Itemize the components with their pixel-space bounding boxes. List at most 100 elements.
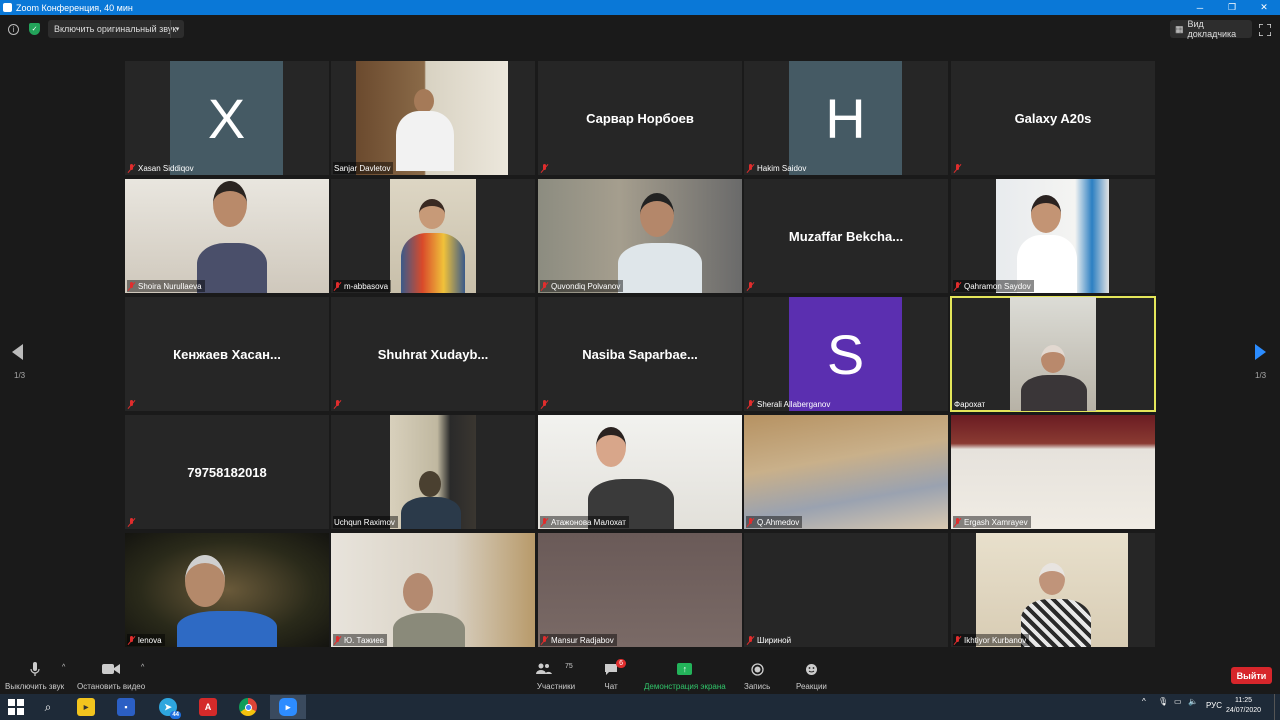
record-button[interactable]: Запись	[744, 661, 770, 691]
mic-muted-icon	[954, 163, 961, 173]
chevron-left-icon	[12, 344, 23, 360]
participant-tile[interactable]: Uchqun Raximov	[331, 415, 535, 529]
participant-tile[interactable]: Сарвар Норбоев	[538, 61, 742, 175]
show-desktop-button[interactable]	[1274, 694, 1280, 720]
participant-label: Ergash Xamrayev	[953, 516, 1031, 528]
avatar: X	[170, 61, 283, 175]
info-icon[interactable]: i	[8, 24, 19, 35]
video-camera-icon	[102, 661, 121, 677]
mic-muted-icon	[334, 399, 341, 409]
participant-label: Ikhtiyor Kurbanov	[953, 634, 1030, 646]
participant-name: Ergash Xamrayev	[964, 517, 1028, 527]
participant-tile[interactable]: Q.Ahmedov	[744, 415, 948, 529]
participant-display-name: Shuhrat Xudayb...	[377, 346, 489, 362]
audio-options-caret[interactable]: ^	[62, 664, 65, 671]
previous-page-button[interactable]	[12, 344, 26, 364]
participant-tile[interactable]: Shoira Nurullaeva	[125, 179, 329, 293]
taskbar-app-zoom[interactable]: ▸	[270, 695, 306, 719]
participant-tile[interactable]: Sanjar Davletov	[331, 61, 535, 175]
participant-label: Sanjar Davletov	[333, 162, 394, 174]
participant-name: Ikhtiyor Kurbanov	[964, 635, 1027, 645]
participants-button[interactable]: 75 Участники	[536, 661, 576, 691]
reactions-button[interactable]: Реакции	[796, 661, 827, 691]
avatar: S	[789, 297, 902, 411]
participant-tile[interactable]: Ю. Тажиев	[331, 533, 535, 647]
telegram-badge: 44	[170, 711, 181, 719]
record-icon	[750, 661, 764, 677]
participant-tile[interactable]: Shuhrat Xudayb...	[331, 297, 535, 411]
chat-badge: 6	[616, 659, 626, 668]
participant-tile[interactable]: S Sherali Allaberganov	[744, 297, 948, 411]
participant-tile[interactable]: X Xasan Siddiqov	[125, 61, 329, 175]
participant-tile[interactable]: Ikhtiyor Kurbanov	[951, 533, 1155, 647]
participant-name: Sherali Allaberganov	[757, 399, 831, 409]
participant-name: m-abbasova	[344, 281, 389, 291]
network-icon[interactable]: ▭	[1174, 697, 1182, 706]
shield-icon[interactable]: ✓	[29, 23, 40, 35]
restore-icon[interactable]: ❐	[1216, 0, 1248, 15]
participant-tile[interactable]: Muzaffar Bekcha...	[744, 179, 948, 293]
participants-icon: 75	[536, 661, 576, 677]
participant-tile[interactable]: Ergash Xamrayev	[951, 415, 1155, 529]
original-sound-button[interactable]: Включить оригинальный звук ▾	[48, 20, 184, 38]
share-screen-button[interactable]: ↑ Демонстрация экрана	[644, 661, 726, 691]
participant-tile[interactable]: 79758182018	[125, 415, 329, 529]
search-icon[interactable]: ⌕	[40, 699, 56, 715]
zoom-icon: ▸	[279, 698, 297, 716]
participant-tile[interactable]: m-abbasova	[331, 179, 535, 293]
floppy-disk-icon: ▪	[117, 698, 135, 716]
fullscreen-icon[interactable]	[1258, 23, 1272, 37]
participant-name: Hakim Saidov	[757, 163, 807, 173]
mic-muted-icon	[954, 281, 961, 291]
tray-microphone-icon[interactable]: 🎙	[1158, 697, 1168, 706]
taskbar-clock[interactable]: 11:25 24/07/2020	[1226, 696, 1261, 716]
participant-display-name: Кенжаев Хасан...	[173, 346, 281, 362]
zoom-app-icon	[3, 3, 12, 12]
participant-label: Шириной	[746, 634, 794, 646]
participant-tile[interactable]: Mansur Radjabov	[538, 533, 742, 647]
participant-name: lenova	[138, 635, 162, 645]
windows-start-icon[interactable]	[8, 699, 24, 715]
window-title: Zoom Конференция, 40 мин	[16, 2, 133, 13]
participant-label: Q.Ahmedov	[746, 516, 803, 528]
mute-button[interactable]: Выключить звук	[5, 661, 64, 691]
taskbar-app-telegram[interactable]: ➤ 44	[150, 695, 186, 719]
next-page-button[interactable]	[1255, 344, 1269, 364]
participant-tile[interactable]: lenova	[125, 533, 329, 647]
active-speaker-tile[interactable]: Фарохат	[950, 296, 1156, 412]
mic-muted-icon	[128, 281, 135, 291]
taskbar-app-player[interactable]: ▶	[68, 695, 104, 719]
close-icon[interactable]: ✕	[1248, 0, 1280, 15]
volume-icon[interactable]: 🔈	[1188, 697, 1198, 706]
chevron-down-icon[interactable]: ▾	[170, 20, 184, 38]
taskbar-app-save[interactable]: ▪	[108, 695, 144, 719]
language-indicator[interactable]: РУС	[1206, 701, 1222, 710]
participant-tile[interactable]: Nasiba Saparbae...	[538, 297, 742, 411]
participant-tile[interactable]: Шириной	[744, 533, 948, 647]
view-button[interactable]: ▦ Вид докладчика	[1170, 19, 1252, 39]
share-screen-icon: ↑	[677, 661, 693, 677]
gallery-grid: X Xasan Siddiqov Sanjar Davletov Сарвар …	[125, 61, 1156, 648]
participant-tile[interactable]: H Hakim Saidov	[744, 61, 948, 175]
mic-muted-icon	[128, 517, 135, 527]
participant-tile[interactable]: Quvondiq Polvanov	[538, 179, 742, 293]
participant-tile[interactable]: Galaxy A20s	[951, 61, 1155, 175]
mic-muted-icon	[541, 399, 548, 409]
taskbar-app-pdf[interactable]: A	[190, 695, 226, 719]
stop-video-button[interactable]: Остановить видео	[77, 661, 145, 691]
participant-label	[540, 398, 554, 410]
leave-button[interactable]: Выйти	[1231, 667, 1272, 684]
taskbar-app-chrome[interactable]	[230, 695, 266, 719]
mic-muted-icon	[128, 635, 135, 645]
participant-tile[interactable]: Атажонова Малохат	[538, 415, 742, 529]
participant-tile[interactable]: Qahramon Saydov	[951, 179, 1155, 293]
participant-label	[333, 398, 347, 410]
chat-button[interactable]: 6 Чат	[604, 659, 626, 691]
minimize-icon[interactable]: ─	[1184, 0, 1216, 15]
clock-date: 24/07/2020	[1226, 707, 1262, 714]
meeting-controls-bar	[0, 656, 1280, 694]
participant-name: Ю. Тажиев	[344, 635, 385, 645]
participant-tile[interactable]: Кенжаев Хасан...	[125, 297, 329, 411]
video-options-caret[interactable]: ^	[141, 664, 144, 671]
tray-expand-icon[interactable]: ^	[1142, 697, 1146, 706]
